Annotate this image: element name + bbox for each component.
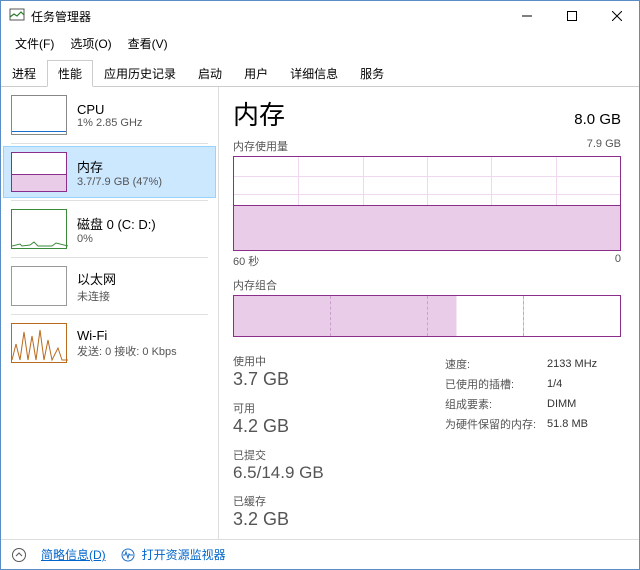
menubar: 文件(F) 选项(O) 查看(V): [1, 31, 639, 56]
reserved-value: 51.8 MB: [547, 415, 597, 433]
resmon-icon: [120, 547, 136, 563]
maximize-button[interactable]: [549, 1, 594, 31]
tabbar: 进程 性能 应用历史记录 启动 用户 详细信息 服务: [1, 56, 639, 87]
memory-info-table: 速度: 2133 MHz 已使用的插槽: 1/4 组成要素: DIMM 为硬: [443, 353, 599, 435]
memory-composition-chart: [233, 295, 621, 337]
total-memory: 8.0 GB: [574, 111, 621, 128]
wifi-thumb: [11, 323, 67, 363]
close-button[interactable]: [594, 1, 639, 31]
memory-thumb: [11, 152, 67, 192]
window-title: 任务管理器: [31, 8, 504, 25]
cached-value: 3.2 GB: [233, 509, 337, 530]
tab-details[interactable]: 详细信息: [279, 60, 349, 87]
chart-label: 内存使用量: [233, 138, 288, 154]
open-resmon-link[interactable]: 打开资源监视器: [142, 546, 226, 563]
stat-label: 可用: [233, 400, 337, 416]
memory-usage-chart: [233, 156, 621, 251]
sidebar-item-cpu[interactable]: CPU 1% 2.85 GHz: [3, 89, 216, 141]
menu-file[interactable]: 文件(F): [7, 33, 62, 54]
axis-left: 60 秒: [233, 253, 259, 269]
tab-app-history[interactable]: 应用历史记录: [93, 60, 187, 87]
speed-value: 2133 MHz: [547, 355, 597, 373]
axis-right: 0: [615, 253, 621, 269]
sidebar-item-label: Wi-Fi: [77, 328, 177, 343]
performance-sidebar: CPU 1% 2.85 GHz 内存 3.7/7.9 GB (47%): [1, 87, 219, 539]
menu-view[interactable]: 查看(V): [120, 33, 176, 54]
sidebar-item-label: 以太网: [77, 269, 116, 288]
sidebar-item-sub: 未连接: [77, 288, 116, 304]
tab-performance[interactable]: 性能: [47, 60, 93, 87]
fewer-details-link[interactable]: 简略信息(D): [41, 546, 106, 563]
info-label: 速度:: [445, 355, 545, 373]
sidebar-item-sub: 3.7/7.9 GB (47%): [77, 176, 162, 188]
sidebar-item-label: 内存: [77, 157, 162, 176]
chevron-up-circle-icon[interactable]: [11, 547, 27, 563]
divider: [11, 200, 208, 201]
available-value: 4.2 GB: [233, 416, 337, 437]
main-panel: 内存 8.0 GB 内存使用量 7.9 GB 60 秒: [219, 87, 639, 539]
form-value: DIMM: [547, 395, 597, 413]
slots-value: 1/4: [547, 375, 597, 393]
info-label: 组成要素:: [445, 395, 545, 413]
page-title: 内存: [233, 95, 285, 132]
tab-users[interactable]: 用户: [233, 60, 279, 87]
info-label: 已使用的插槽:: [445, 375, 545, 393]
tab-processes[interactable]: 进程: [1, 60, 47, 87]
sidebar-item-label: 磁盘 0 (C: D:): [77, 214, 156, 233]
sidebar-item-disk[interactable]: 磁盘 0 (C: D:) 0%: [3, 203, 216, 255]
stat-label: 使用中: [233, 353, 337, 369]
chart-max: 7.9 GB: [587, 138, 621, 154]
info-label: 为硬件保留的内存:: [445, 415, 545, 433]
minimize-button[interactable]: [504, 1, 549, 31]
divider: [11, 143, 208, 144]
stat-label: 已提交: [233, 447, 337, 463]
divider: [11, 314, 208, 315]
sidebar-item-ethernet[interactable]: 以太网 未连接: [3, 260, 216, 312]
committed-value: 6.5/14.9 GB: [233, 463, 337, 483]
tab-services[interactable]: 服务: [349, 60, 395, 87]
divider: [11, 257, 208, 258]
stat-label: 已缓存: [233, 493, 337, 509]
titlebar: 任务管理器: [1, 1, 639, 31]
cpu-thumb: [11, 95, 67, 135]
ethernet-thumb: [11, 266, 67, 306]
menu-options[interactable]: 选项(O): [62, 33, 119, 54]
sidebar-item-wifi[interactable]: Wi-Fi 发送: 0 接收: 0 Kbps: [3, 317, 216, 369]
footer: 简略信息(D) 打开资源监视器: [1, 539, 639, 569]
disk-thumb: [11, 209, 67, 249]
composition-label: 内存组合: [233, 277, 621, 293]
sidebar-item-sub: 0%: [77, 233, 156, 245]
sidebar-item-memory[interactable]: 内存 3.7/7.9 GB (47%): [3, 146, 216, 198]
sidebar-item-label: CPU: [77, 102, 142, 117]
sidebar-item-sub: 1% 2.85 GHz: [77, 117, 142, 129]
app-icon: [9, 8, 25, 24]
in-use-value: 3.7 GB: [233, 369, 337, 390]
tab-startup[interactable]: 启动: [187, 60, 233, 87]
sidebar-item-sub: 发送: 0 接收: 0 Kbps: [77, 343, 177, 359]
